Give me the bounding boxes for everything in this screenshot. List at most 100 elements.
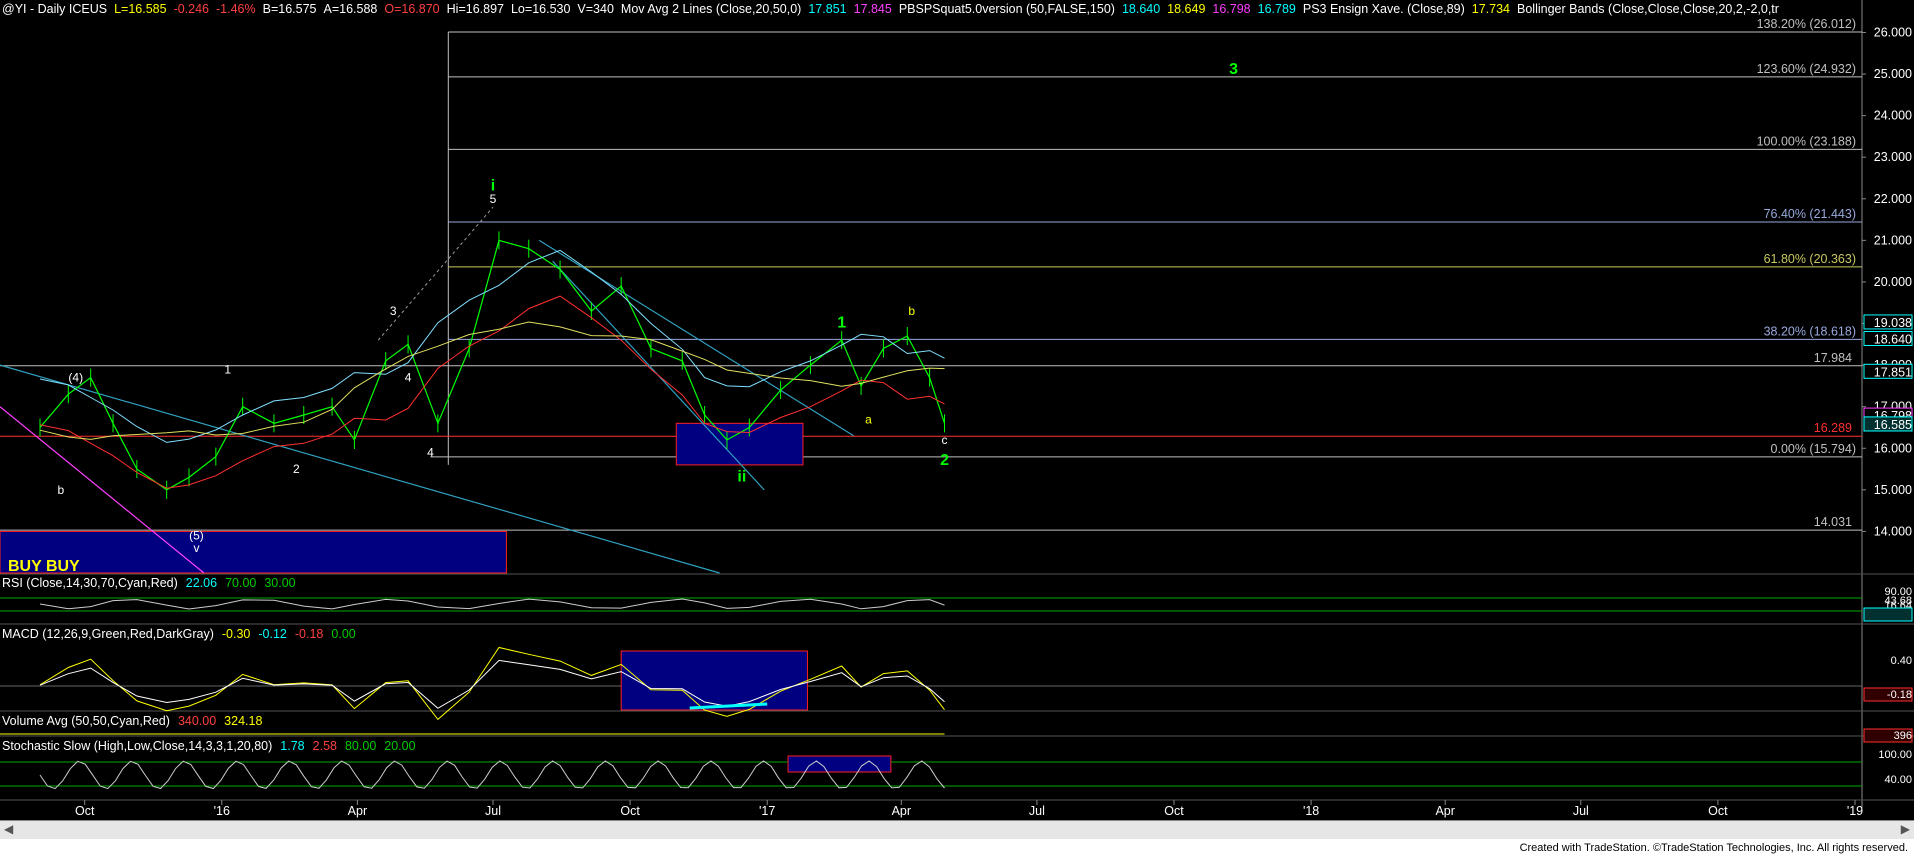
hline-label-1: 16.289 xyxy=(1814,421,1852,435)
fib-label-2: 100.00% (23.188) xyxy=(1757,134,1856,148)
trendline-channel-upper xyxy=(538,239,854,437)
change-pct: -1.46% xyxy=(216,2,256,16)
mavg-v1: 17.851 xyxy=(808,2,847,16)
wave-ii-box xyxy=(675,422,804,466)
y-tick-label-0: 14.000 xyxy=(1874,524,1912,538)
volume-axis-0: 396 xyxy=(1894,730,1912,742)
macd-label-row: MACD (12,26,9,Green,Red,DarkGray) -0.30 -0… xyxy=(2,627,364,641)
wave-label-11: ii xyxy=(737,469,746,486)
pbs-label: PBSPSquat5.0version (50,FALSE,150) xyxy=(898,2,1115,16)
price-tag-2: 17.851 xyxy=(1874,365,1912,379)
wave-label-16: 2 xyxy=(940,452,949,469)
open: O=16.870 xyxy=(384,2,440,16)
fib-label-1: 123.60% (24.932) xyxy=(1757,62,1856,76)
stoch-v2: 2.58 xyxy=(312,739,337,753)
wave-label-1: 5 xyxy=(490,192,497,206)
y-tick-label-2: 16.000 xyxy=(1874,441,1912,455)
horizontal-scrollbar[interactable]: ◀ ▶ xyxy=(0,820,1914,839)
pbs-v3: 16.798 xyxy=(1212,2,1251,16)
x-tick-label-3: Jul xyxy=(485,804,501,818)
stoch-axis-0: 100.00 xyxy=(1878,749,1912,761)
x-tick-label-11: Jul xyxy=(1573,804,1589,818)
wave-label-14: b xyxy=(908,304,915,318)
high: Hi=16.897 xyxy=(446,2,504,16)
pbs-v2: 18.649 xyxy=(1167,2,1206,16)
rsi-label: RSI (Close,14,30,70,Cyan,Red) xyxy=(2,576,178,590)
scroll-right-icon[interactable]: ▶ xyxy=(1901,822,1910,836)
volume-v2: 324.18 xyxy=(224,714,263,728)
macd-v2: -0.12 xyxy=(258,627,287,641)
wave-label-2: 3 xyxy=(390,304,397,318)
y-tick-label-7: 21.000 xyxy=(1874,233,1912,247)
y-tick-label-12: 26.000 xyxy=(1874,25,1912,39)
wave-label-5: 4 xyxy=(427,446,434,460)
stoch-box xyxy=(787,755,892,773)
stoch-v3: 80.00 xyxy=(344,739,377,753)
wave-label-17: 3 xyxy=(1229,61,1238,78)
fib-label-0: 138.20% (26.012) xyxy=(1757,17,1856,31)
wave-label-4: 2 xyxy=(293,462,300,476)
macd-line xyxy=(39,646,945,721)
stoch-v4: 20.00 xyxy=(384,739,416,753)
bollinger-label: Bollinger Bands (Close,Close,Close,20,2,… xyxy=(1517,2,1779,16)
x-tick-label-8: Oct xyxy=(1164,804,1184,818)
scroll-left-icon[interactable]: ◀ xyxy=(4,822,13,836)
pbs-v1: 18.640 xyxy=(1121,2,1161,16)
price-series-line xyxy=(39,239,946,491)
y-tick-label-11: 25.000 xyxy=(1874,67,1912,81)
hline-label-2: 14.031 xyxy=(1814,515,1852,529)
y-tick-label-8: 22.000 xyxy=(1874,192,1912,206)
buy-annotation: BUY BUY xyxy=(8,558,80,575)
macd-signal xyxy=(39,659,945,709)
macd-axis-1: -0.18 xyxy=(1887,689,1912,701)
stoch-label: Stochastic Slow (High,Low,Close,14,3,3,1… xyxy=(2,739,273,753)
footer-credit: Created with TradeStation. ©TradeStation… xyxy=(1519,842,1908,854)
wave-label-7: (4) xyxy=(68,371,83,385)
pbs-v4: 16.789 xyxy=(1257,2,1296,16)
x-tick-label-6: Apr xyxy=(892,804,911,818)
last-price-tag: 16.585 xyxy=(1874,418,1912,432)
chart-canvas[interactable]: 14.00015.00016.00017.00018.00019.00020.0… xyxy=(0,0,1914,856)
rsi-value-box xyxy=(1863,607,1913,622)
wave-label-6: 4 xyxy=(405,371,412,385)
x-tick-label-13: '19 xyxy=(1847,804,1863,818)
ensign-label: PS3 Ensign Xave. (Close,89) xyxy=(1302,2,1465,16)
stoch-v1: 1.78 xyxy=(280,739,305,753)
rsi-v1: 22.06 xyxy=(185,576,218,590)
x-tick-label-1: '16 xyxy=(214,804,230,818)
fib-label-5: 38.20% (18.618) xyxy=(1764,324,1856,338)
footer-bar: Created with TradeStation. ©TradeStation… xyxy=(0,839,1914,856)
volume: V=340 xyxy=(577,2,614,16)
fib-label-4: 61.80% (20.363) xyxy=(1764,252,1856,266)
x-tick-label-2: Apr xyxy=(348,804,367,818)
mavg-v2: 17.845 xyxy=(853,2,892,16)
ask: A=16.588 xyxy=(323,2,378,16)
last-price: L=16.585 xyxy=(114,2,167,16)
bid: B=16.575 xyxy=(262,2,317,16)
y-tick-label-10: 24.000 xyxy=(1874,109,1912,123)
price-tag-0: 19.038 xyxy=(1874,316,1912,330)
trendline-dashed xyxy=(377,206,494,341)
wave-label-15: c xyxy=(942,433,948,447)
volume-label: Volume Avg (50,50,Cyan,Red) xyxy=(2,714,170,728)
rsi-label-row: RSI (Close,14,30,70,Cyan,Red) 22.06 70.00 3… xyxy=(2,576,304,590)
ensign-v: 17.734 xyxy=(1471,2,1510,16)
stoch-axis-1: 40.00 xyxy=(1884,774,1912,786)
x-tick-label-10: Apr xyxy=(1435,804,1454,818)
symbol-label: @YI - Daily ICEUS xyxy=(2,2,108,16)
change: -0.246 xyxy=(173,2,210,16)
macd-label: MACD (12,26,9,Green,Red,DarkGray) xyxy=(2,627,214,641)
bollinger-lower xyxy=(39,295,945,489)
macd-v3: -0.18 xyxy=(294,627,324,641)
fib-label-3: 76.40% (21.443) xyxy=(1764,207,1856,221)
wave-label-13: a xyxy=(865,412,872,426)
wave-label-10: v xyxy=(193,541,199,555)
rsi-v3: 30.00 xyxy=(264,576,296,590)
x-tick-label-5: '17 xyxy=(759,804,775,818)
fib-label-6: 0.00% (15.794) xyxy=(1771,442,1856,456)
x-tick-label-7: Jul xyxy=(1029,804,1045,818)
price-header: @YI - Daily ICEUS L=16.585 -0.246 -1.46% B=1… xyxy=(2,2,1786,16)
wave-label-8: b xyxy=(58,483,65,497)
macd-v1: -0.30 xyxy=(221,627,251,641)
rsi-line xyxy=(39,598,945,610)
